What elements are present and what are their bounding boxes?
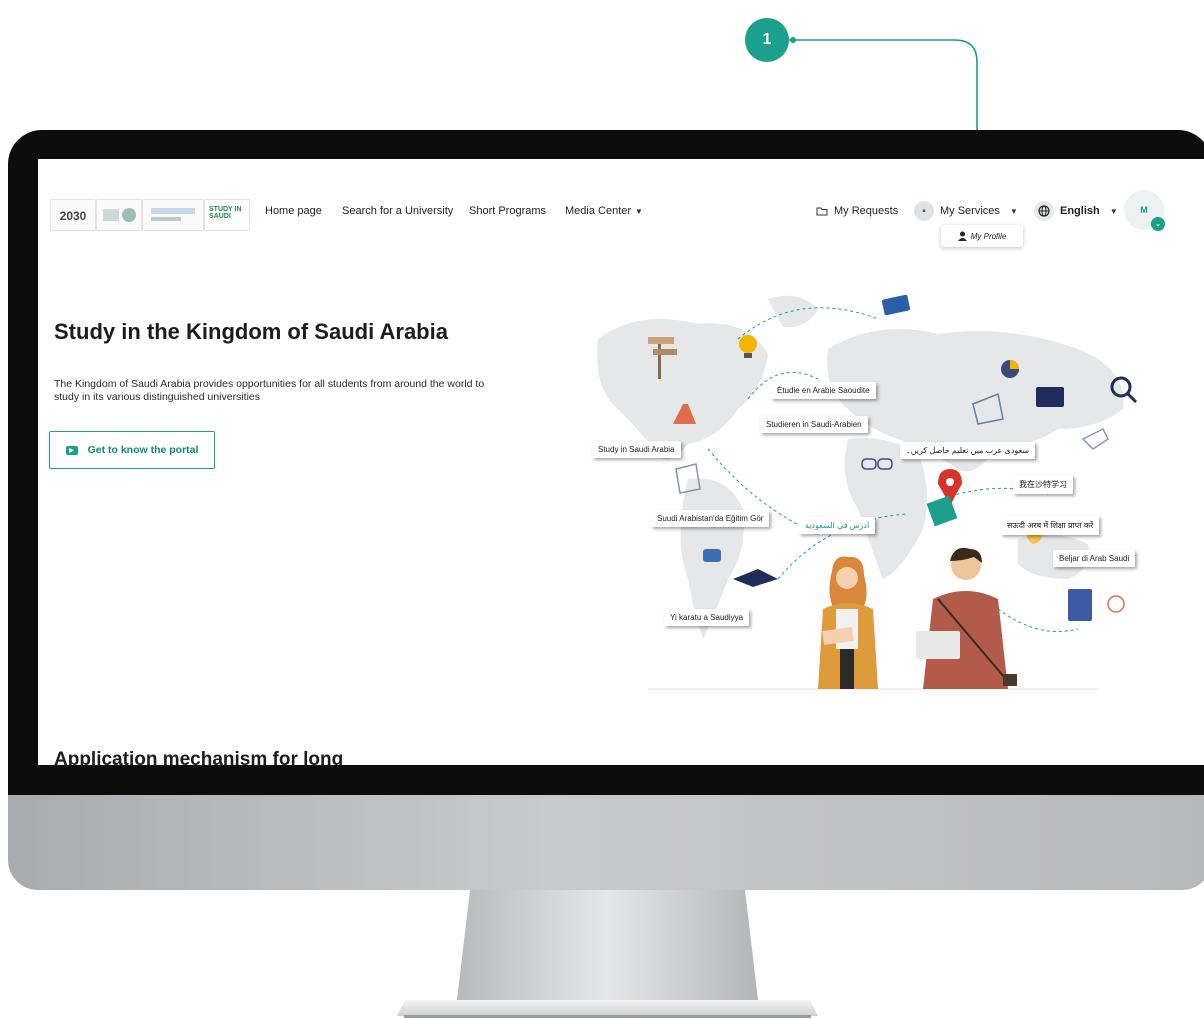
nav-media-center[interactable]: Media Center ▼ bbox=[565, 205, 643, 217]
language-label: English bbox=[1060, 205, 1100, 217]
monitor-stand bbox=[397, 890, 818, 1018]
tag-malay: Beljar di Arab Saudi bbox=[1053, 550, 1136, 567]
chevron-down-icon: ▼ bbox=[635, 207, 643, 216]
globe-icon bbox=[1034, 201, 1054, 221]
tag-french: Étudie en Arabie Saoudite bbox=[771, 382, 876, 399]
tag-urdu: سعودی عرب میں تعلیم حاصل کریں۔ bbox=[900, 442, 1036, 459]
vision-2030-logo: 2030 bbox=[50, 199, 96, 231]
nav-short-programs[interactable]: Short Programs bbox=[469, 205, 546, 217]
user-icon bbox=[957, 231, 967, 241]
browser-screen: 2030 STUDY IN SAUDI Home page Search for… bbox=[38, 159, 1204, 765]
nav-media-center-label: Media Center bbox=[565, 205, 632, 217]
my-services-label: My Services bbox=[940, 205, 1000, 217]
tag-hausa: Yi karatu a Saudiyya bbox=[664, 609, 750, 626]
tag-german: Studieren in Saudi-Arabien bbox=[760, 416, 868, 433]
cta-label: Get to know the portal bbox=[87, 444, 199, 456]
tag-english: Study in Saudi Arabia bbox=[592, 441, 681, 458]
my-profile-menu-item[interactable]: My Profile bbox=[941, 225, 1023, 247]
hero-title: Study in the Kingdom of Saudi Arabia bbox=[54, 319, 448, 344]
chevron-down-icon: ▼ bbox=[1109, 206, 1118, 216]
ministry-of-education-logo bbox=[142, 199, 204, 231]
avatar-chevron-icon: ⌄ bbox=[1151, 217, 1165, 231]
hero-description: The Kingdom of Saudi Arabia provides opp… bbox=[54, 378, 485, 403]
section-heading: Application mechanism for long bbox=[54, 749, 344, 765]
study-in-saudi-logo[interactable]: STUDY IN SAUDI bbox=[204, 199, 250, 231]
my-services-dropdown[interactable]: ▪ My Services ▼ bbox=[914, 201, 1018, 221]
nav-search-university[interactable]: Search for a University bbox=[342, 205, 453, 217]
ministry-emblem-logo bbox=[96, 199, 142, 231]
chevron-down-icon: ▼ bbox=[1009, 206, 1018, 216]
tag-chinese: 我在沙特学习 bbox=[1013, 475, 1073, 494]
get-to-know-portal-button[interactable]: ▶ Get to know the portal bbox=[49, 431, 215, 469]
briefcase-icon: ▪ bbox=[914, 201, 934, 221]
avatar-initial: M bbox=[1140, 205, 1148, 215]
play-icon: ▶ bbox=[65, 445, 78, 455]
my-requests-label: My Requests bbox=[834, 205, 899, 217]
nav-home-page[interactable]: Home page bbox=[265, 205, 322, 217]
my-profile-label: My Profile bbox=[970, 231, 1007, 241]
folder-icon bbox=[816, 207, 828, 216]
tag-arabic: ادرس في السعودية bbox=[799, 517, 876, 534]
monitor-chin bbox=[8, 795, 1204, 890]
user-avatar[interactable]: M ⌄ bbox=[1124, 190, 1165, 231]
tag-hindi: सऊदी अरब में शिक्षा प्राप्त करें bbox=[1001, 516, 1100, 535]
language-selector[interactable]: English ▼ bbox=[1034, 201, 1118, 221]
tag-turkish: Suudi Arabistan'da Eğitim Gör bbox=[651, 510, 770, 527]
my-requests-button[interactable]: My Requests bbox=[816, 205, 898, 217]
